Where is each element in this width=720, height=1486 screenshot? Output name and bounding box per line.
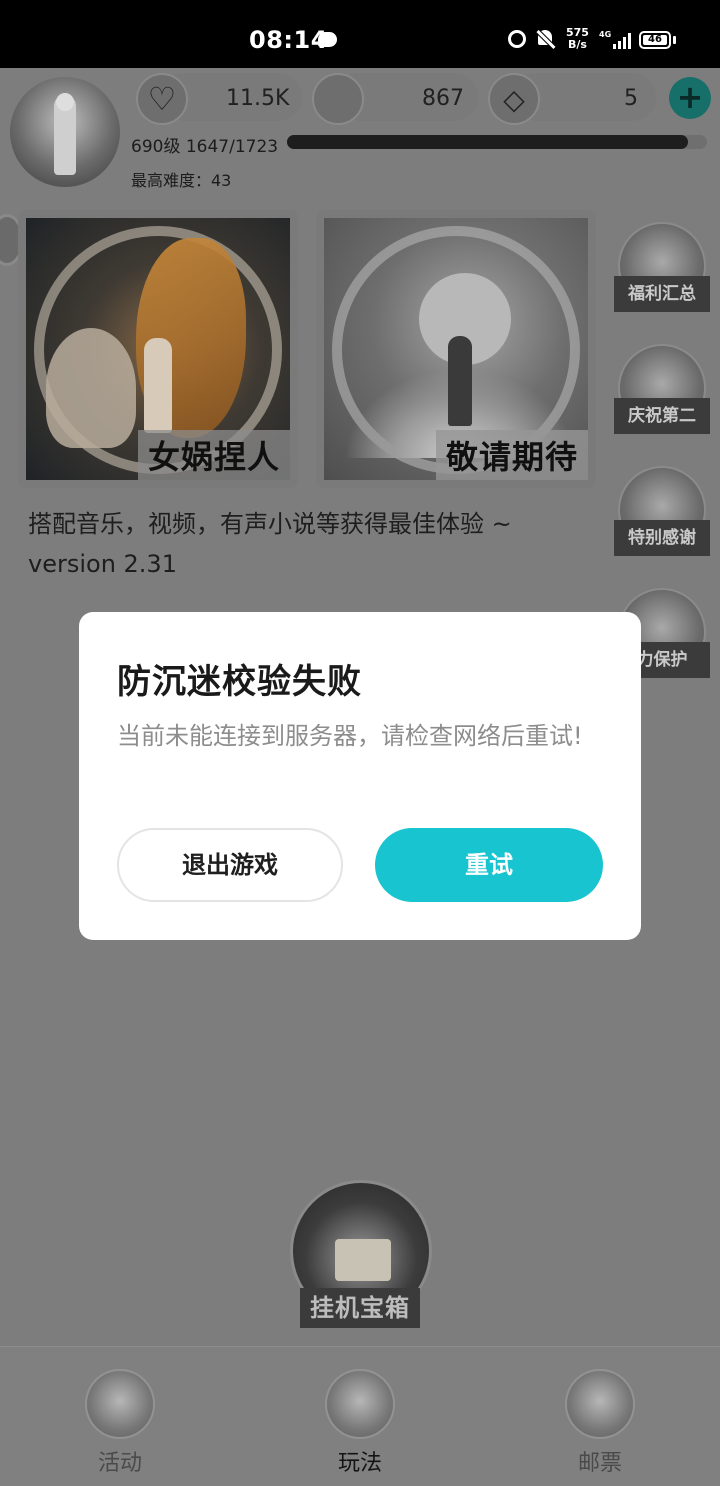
stamps-icon — [565, 1369, 635, 1439]
idle-chest-label: 挂机宝箱 — [300, 1288, 420, 1328]
dialog-message: 当前未能连接到服务器，请检查网络后重试! — [117, 722, 583, 750]
side-item-celebration[interactable]: 庆祝第二 — [614, 344, 710, 434]
tab-label: 玩法 — [337, 1451, 382, 1476]
game-card-nuwa[interactable]: 女娲捏人 — [18, 210, 298, 488]
network-speed-unit: B/s — [568, 38, 587, 51]
gameplay-icon — [325, 1369, 395, 1439]
chat-notification-icon — [318, 32, 337, 47]
retry-button[interactable]: 重试 — [375, 828, 603, 902]
side-item-label: 特别感谢 — [614, 520, 710, 556]
battery-icon: 46 — [639, 31, 671, 49]
tab-label: 活动 — [97, 1451, 142, 1476]
hearts-value: 11.5K — [226, 86, 290, 111]
diamond-icon: ◇ — [488, 73, 540, 125]
anti-addiction-dialog: 防沉迷校验失败 当前未能连接到服务器，请检查网络后重试! 退出游戏 重试 — [79, 612, 641, 940]
side-item-label: 福利汇总 — [614, 276, 710, 312]
status-bar: 08:14 575 B/s 4G 46 — [0, 0, 720, 68]
max-difficulty: 最高难度：43 — [131, 171, 232, 190]
tab-label: 邮票 — [577, 1451, 622, 1476]
fox-figure — [46, 328, 136, 448]
heart-icon: ♡ — [136, 73, 188, 125]
battery-tip — [673, 36, 676, 44]
card-label: 女娲捏人 — [137, 430, 290, 480]
side-item-thanks[interactable]: 特别感谢 — [614, 466, 710, 556]
version-text: version 2.31 — [28, 550, 177, 578]
side-item-benefits[interactable]: 福利汇总 — [614, 222, 710, 312]
bottom-nav: 活动 玩法 邮票 — [0, 1346, 720, 1486]
girl-figure — [144, 338, 172, 433]
tagline: 搭配音乐，视频，有声小说等获得最佳体验 ~ version 2.31 — [28, 504, 512, 584]
network-speed: 575 B/s — [566, 27, 589, 51]
diamonds-value: 5 — [624, 86, 638, 111]
alarm-icon — [508, 30, 526, 48]
side-item-label: 庆祝第二 — [614, 398, 710, 434]
dialog-title: 防沉迷校验失败 — [117, 662, 362, 702]
coin-icon — [312, 73, 364, 125]
tab-stamps[interactable]: 邮票 — [545, 1363, 655, 1476]
card-label: 敬请期待 — [435, 430, 588, 480]
battery-level: 46 — [643, 35, 667, 45]
activity-icon — [85, 1369, 155, 1439]
clock: 08:14 — [249, 26, 328, 54]
tab-activity[interactable]: 活动 — [65, 1363, 175, 1476]
mute-bell-icon — [536, 30, 554, 50]
treasure-chest-icon — [335, 1239, 391, 1281]
avatar-figure — [54, 93, 76, 175]
level-text: 690级 1647/1723 — [131, 137, 279, 157]
tagline-text: 搭配音乐，视频，有声小说等获得最佳体验 ~ — [28, 510, 512, 538]
game-card-coming-soon[interactable]: 敬请期待 — [316, 210, 596, 488]
add-currency-button[interactable]: + — [669, 77, 711, 119]
coins-value: 867 — [422, 86, 464, 111]
tab-gameplay[interactable]: 玩法 — [305, 1363, 415, 1476]
xp-progress-bar — [287, 135, 688, 149]
exit-game-button[interactable]: 退出游戏 — [117, 828, 343, 902]
network-type: 4G — [599, 30, 612, 39]
girl-silhouette — [448, 336, 472, 426]
player-avatar[interactable] — [10, 77, 120, 187]
signal-icon — [613, 33, 633, 49]
